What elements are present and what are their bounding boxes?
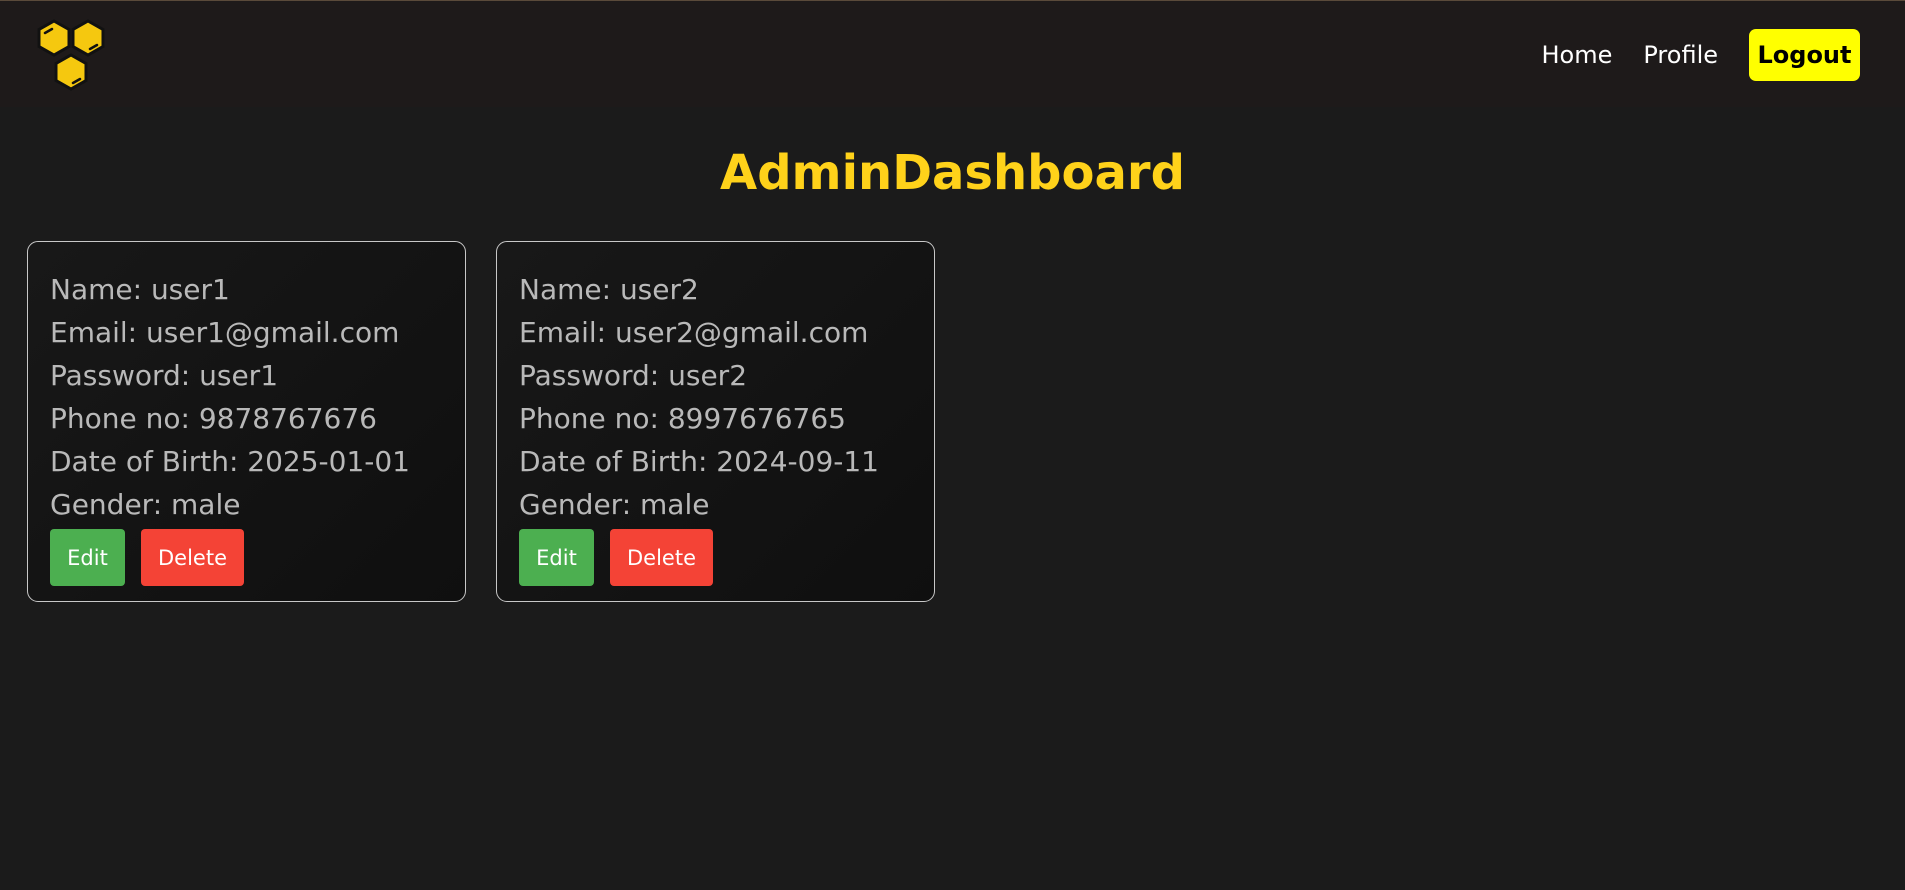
card-actions: Edit Delete	[50, 529, 443, 586]
honeycomb-logo-icon[interactable]	[35, 19, 111, 93]
logout-button[interactable]: Logout	[1749, 29, 1860, 81]
user-dob: Date of Birth: 2025-01-01	[50, 445, 410, 478]
card-actions: Edit Delete	[519, 529, 912, 586]
nav-link-home[interactable]: Home	[1542, 41, 1613, 69]
user-password: Password: user2	[519, 359, 748, 392]
user-name: Name: user1	[50, 273, 230, 306]
user-card: Name: user2 Email: user2@gmail.com Passw…	[496, 241, 935, 602]
user-email: Email: user2@gmail.com	[519, 316, 869, 349]
page-title: AdminDashboard	[720, 145, 1185, 201]
app-window: Home Profile Logout AdminDashboard Name:…	[0, 0, 1905, 890]
user-gender: Gender: male	[50, 488, 241, 521]
delete-button[interactable]: Delete	[610, 529, 713, 586]
nav-link-profile[interactable]: Profile	[1643, 41, 1718, 69]
user-password: Password: user1	[50, 359, 279, 392]
user-phone: Phone no: 8997676765	[519, 402, 846, 435]
user-name: Name: user2	[519, 273, 699, 306]
user-dob: Date of Birth: 2024-09-11	[519, 445, 879, 478]
user-phone: Phone no: 9878767676	[50, 402, 377, 435]
edit-button[interactable]: Edit	[519, 529, 594, 586]
user-gender: Gender: male	[519, 488, 710, 521]
navbar: Home Profile Logout	[0, 1, 1905, 107]
delete-button[interactable]: Delete	[141, 529, 244, 586]
user-card: Name: user1 Email: user1@gmail.com Passw…	[27, 241, 466, 602]
nav-links: Home Profile Logout	[1542, 29, 1860, 81]
user-card-list: Name: user1 Email: user1@gmail.com Passw…	[27, 241, 935, 602]
edit-button[interactable]: Edit	[50, 529, 125, 586]
user-email: Email: user1@gmail.com	[50, 316, 400, 349]
